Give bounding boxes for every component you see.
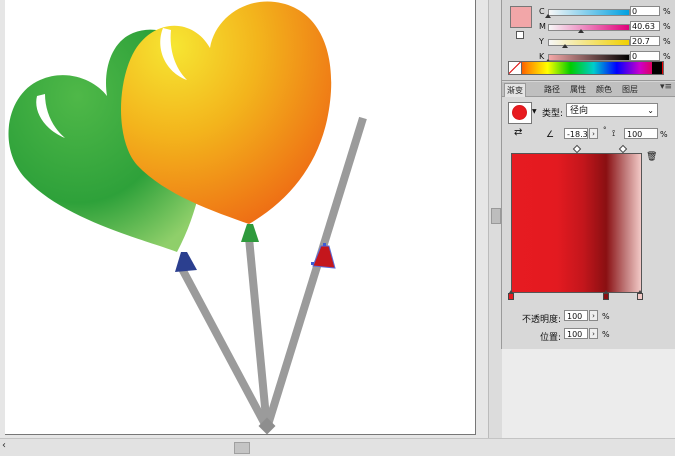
orange-balloon-knot[interactable] — [241, 224, 259, 242]
canvas-area[interactable] — [0, 0, 488, 438]
slider-thumb[interactable] — [561, 44, 568, 48]
panel-tabs: 渐变 路径 属性 颜色 图层 ▾≡ — [502, 82, 675, 97]
position-value: 100 — [567, 330, 583, 339]
tab-paths[interactable]: 路径 — [542, 83, 562, 96]
position-label: 位置: — [540, 333, 562, 343]
position-input[interactable]: 100 — [564, 328, 588, 339]
horizontal-scroll-thumb[interactable] — [234, 442, 250, 454]
opacity-unit: % — [602, 312, 610, 321]
cmyk-value-input[interactable]: 0 — [630, 51, 660, 61]
cmyk-slider-c[interactable]: C 0% — [539, 6, 674, 18]
cmyk-value: 40.63 — [632, 22, 655, 31]
angle-input[interactable]: -18.3 — [564, 128, 588, 139]
fill-color-swatch[interactable] — [510, 6, 532, 28]
percent-unit: % — [663, 52, 671, 61]
opacity-stepper[interactable]: › — [589, 310, 598, 321]
cmyk-value: 20.7 — [632, 37, 650, 46]
black-swatch[interactable] — [652, 62, 662, 74]
slider-track[interactable] — [548, 39, 630, 46]
gradient-swatch[interactable] — [508, 102, 532, 124]
radial-gradient-preview — [512, 105, 527, 120]
reverse-gradient-icon[interactable]: ⇄ — [514, 128, 524, 138]
tab-layers[interactable]: 图层 — [620, 83, 640, 96]
slider-thumb[interactable] — [545, 14, 551, 18]
tab-color[interactable]: 颜色 — [594, 83, 614, 96]
aspect-ratio-input[interactable]: 100 — [624, 128, 658, 139]
type-label: 类型: — [542, 109, 564, 119]
opacity-value: 100 — [567, 312, 583, 321]
position-stepper[interactable]: › — [589, 328, 598, 339]
color-spectrum[interactable] — [508, 61, 664, 75]
none-color-icon[interactable] — [508, 61, 522, 75]
midpoint-handle[interactable] — [572, 144, 582, 154]
position-unit: % — [602, 330, 610, 339]
cmyk-slider-y[interactable]: Y 20.7% — [539, 36, 674, 48]
gradient-stop[interactable] — [508, 290, 514, 300]
percent-unit: % — [663, 22, 671, 31]
cmyk-label: Y — [539, 37, 544, 46]
selection-handle[interactable] — [323, 243, 326, 246]
scroll-left-arrow-icon[interactable]: ‹ — [2, 440, 6, 451]
balloon-artwork[interactable] — [5, 0, 475, 434]
aspect-ratio-icon: ⟟ — [612, 129, 616, 139]
artboard[interactable] — [5, 0, 476, 435]
gradient-stop[interactable] — [603, 290, 610, 300]
midpoint-handle[interactable] — [618, 144, 628, 154]
vertical-scrollbar[interactable] — [488, 0, 502, 438]
aspect-unit: % — [660, 130, 668, 139]
gradient-panel: ▼ 类型: 径向 ⌄ ⇄ ∠ -18.3 › ° ⟟ 100 % 🗑 不透明度:… — [502, 97, 675, 349]
slider-track[interactable] — [548, 24, 630, 31]
cmyk-value: 0 — [632, 7, 638, 16]
cmyk-value-input[interactable]: 40.63 — [630, 21, 660, 31]
vertical-scroll-thumb[interactable] — [491, 208, 501, 224]
angle-value: -18.3 — [567, 130, 588, 139]
swatch-dropdown-icon[interactable]: ▼ — [532, 108, 537, 115]
cmyk-label: M — [539, 22, 546, 31]
gradient-stop[interactable] — [637, 290, 643, 300]
cmyk-value-input[interactable]: 0 — [630, 6, 660, 16]
slider-track[interactable] — [548, 9, 630, 16]
slider-thumb[interactable] — [577, 29, 584, 33]
color-panel: C 0% M 40.63% Y 20.7% K 0% — [502, 0, 675, 81]
angle-icon: ∠ — [546, 130, 555, 140]
percent-unit: % — [663, 37, 671, 46]
chevron-down-icon: ⌄ — [647, 106, 654, 115]
cmyk-value-input[interactable]: 20.7 — [630, 36, 660, 46]
gradient-type-select[interactable]: 径向 ⌄ — [566, 103, 658, 117]
green-balloon-knot[interactable] — [175, 252, 197, 272]
horizontal-scrollbar[interactable]: ‹ — [0, 438, 675, 456]
angle-stepper[interactable]: › — [589, 128, 598, 139]
gradient-type-value: 径向 — [570, 106, 589, 116]
red-balloon-knot[interactable] — [312, 245, 336, 269]
gradient-slider-preview[interactable] — [511, 153, 642, 293]
right-panel: C 0% M 40.63% Y 20.7% K 0% 渐变 路径 属性 颜色 图层 ▾≡ ▼ … — [501, 0, 675, 349]
trash-icon[interactable]: 🗑 — [646, 152, 657, 162]
tab-gradient[interactable]: 渐变 — [504, 83, 526, 97]
opacity-input[interactable]: 100 — [564, 310, 588, 321]
cmyk-slider-m[interactable]: M 40.63% — [539, 21, 674, 33]
opacity-label: 不透明度: — [522, 315, 562, 325]
panel-menu-icon[interactable]: ▾≡ — [660, 82, 672, 92]
out-of-gamut-icon[interactable] — [516, 31, 524, 39]
aspect-value: 100 — [627, 130, 643, 139]
cmyk-value: 0 — [632, 52, 638, 61]
selection-handle[interactable] — [311, 262, 314, 265]
tab-attributes[interactable]: 属性 — [568, 83, 588, 96]
percent-unit: % — [663, 7, 671, 16]
slider-track[interactable] — [548, 54, 630, 61]
degree-unit: ° — [603, 126, 607, 134]
